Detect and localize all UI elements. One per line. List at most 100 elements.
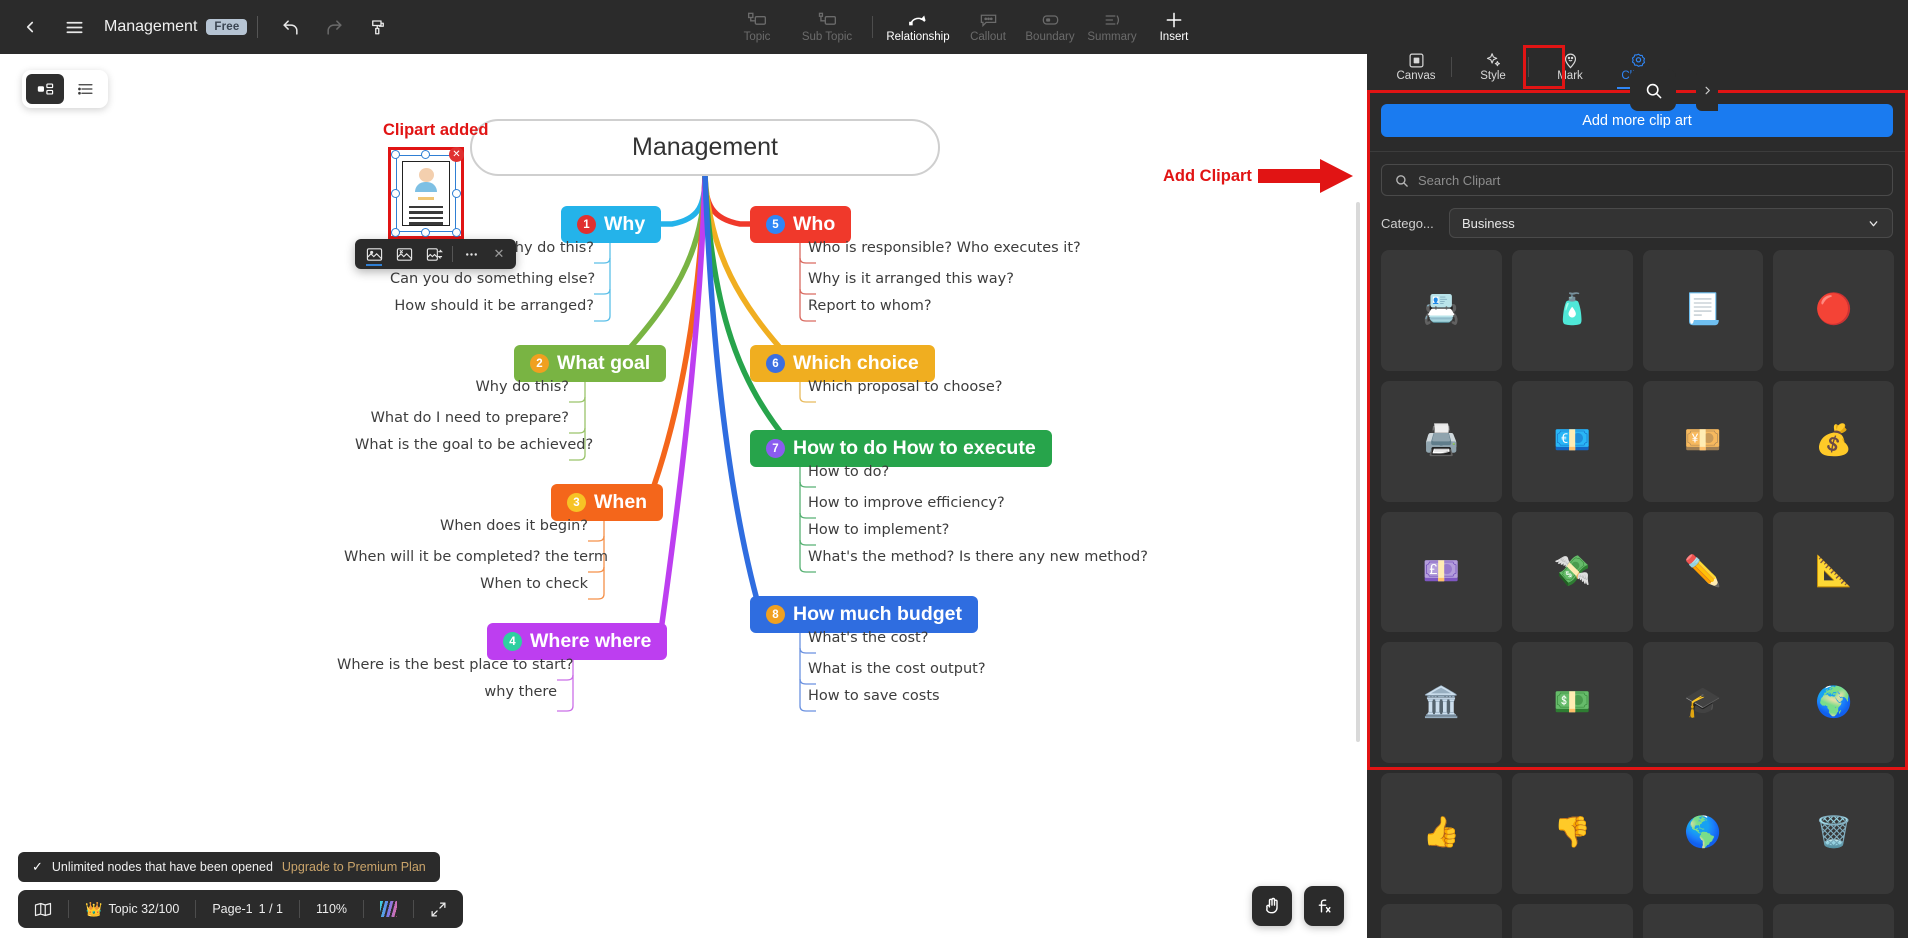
mindmap-view-button[interactable] (26, 74, 64, 104)
tool-insert[interactable]: Insert (1143, 0, 1205, 54)
clipart-item[interactable]: 🗑️ (1773, 773, 1894, 894)
leaf-budget-2[interactable]: What is the cost output? (808, 661, 986, 677)
central-topic[interactable]: Management (470, 119, 940, 176)
undo-button[interactable] (268, 5, 312, 49)
leaf-when-3[interactable]: When to check (404, 576, 588, 592)
leaf-where-2[interactable]: why there (397, 684, 557, 700)
branch-node-why[interactable]: 1 Why (561, 206, 662, 243)
remove-clipart-button[interactable]: ✕ (449, 147, 464, 162)
clipart-item[interactable]: 👍 (1381, 773, 1502, 894)
delete-image-button[interactable] (389, 239, 419, 269)
more-options-button[interactable] (456, 239, 486, 269)
resize-handle-bottom-right[interactable] (452, 228, 461, 237)
tab-style[interactable]: Style (1462, 45, 1524, 89)
clipart-item[interactable]: 📄 (1511, 903, 1633, 938)
clipart-item[interactable]: 💎 (1381, 903, 1502, 938)
mindmap: Management 1 Why Why do this? Can you do… (0, 54, 1367, 938)
branch-node-who[interactable]: 5 Who (750, 206, 852, 243)
branch-node-when[interactable]: 3 When (551, 484, 664, 521)
branch-node-which-choice[interactable]: 6 Which choice (750, 345, 935, 382)
fullscreen-button[interactable] (414, 890, 463, 928)
hand-tool-icon (1266, 897, 1278, 914)
hand-tool-button[interactable] (1252, 886, 1292, 926)
outline-view-icon (77, 84, 93, 95)
selected-clipart[interactable]: ✕ (391, 147, 464, 237)
zoom-level[interactable]: 110% (300, 890, 363, 928)
leaf-budget-3[interactable]: How to save costs (808, 688, 940, 704)
replace-image-button[interactable] (419, 239, 449, 269)
toast-message: Unlimited nodes that have been opened (51, 860, 273, 874)
person-body-shape (415, 182, 437, 193)
redo-button[interactable] (312, 5, 356, 49)
leaf-where-1[interactable]: Where is the best place to start? (337, 657, 573, 673)
clipart-item[interactable]: 👎 (1511, 773, 1633, 894)
leaf-how-3[interactable]: How to implement? (808, 522, 949, 538)
format-painter-icon (372, 20, 385, 35)
canvas-search-button[interactable] (1630, 69, 1676, 111)
tool-label: Boundary (1025, 31, 1075, 43)
page-count-label: 1 / 1 (258, 902, 283, 916)
tool-label: Callout (970, 31, 1006, 43)
leaf-whatgoal-3[interactable]: What is the goal to be achieved? (355, 437, 593, 453)
status-bar: 👑 Topic 32/100 Page-1 1 / 1 110% (18, 890, 464, 928)
resize-handle-left[interactable] (391, 188, 400, 198)
leaf-how-1[interactable]: How to do? (808, 464, 889, 480)
upgrade-link[interactable]: Upgrade to Premium Plan (282, 860, 426, 874)
theme-button[interactable] (364, 890, 413, 928)
leaf-when-1[interactable]: When does it begin? (404, 518, 588, 534)
clipart-item[interactable]: 🌎 (1642, 773, 1764, 894)
clipart-item[interactable]: ✉️ (1773, 903, 1894, 938)
branch-node-where[interactable]: 4 Where where (487, 623, 668, 660)
leaf-whatgoal-1[interactable]: Why do this? (395, 379, 569, 395)
resize-handle-bottom-left[interactable] (391, 228, 400, 237)
leaf-which-1[interactable]: Which proposal to choose? (808, 379, 1002, 395)
mindmap-view-icon (37, 83, 53, 95)
image-replace-icon (426, 247, 443, 261)
tool-relationship[interactable]: Relationship (879, 0, 957, 54)
tool-boundary[interactable]: Boundary (1019, 0, 1081, 54)
clipart-item[interactable]: 📅 (1642, 903, 1764, 938)
close-context-toolbar-button[interactable]: ✕ (486, 239, 512, 269)
annotation-add-clipart: Add Clipart (1163, 167, 1252, 185)
leaf-how-2[interactable]: How to improve efficiency? (808, 495, 1005, 511)
image-fill-button[interactable] (359, 239, 389, 269)
leaf-why-3[interactable]: How should it be arranged? (390, 298, 594, 314)
page-indicator[interactable]: Page-1 1 / 1 (196, 890, 299, 928)
mindmap-connectors (557, 173, 816, 712)
menu-button[interactable] (52, 5, 96, 49)
tab-canvas[interactable]: Canvas (1385, 45, 1447, 89)
leaf-how-4[interactable]: What's the method? Is there any new meth… (808, 549, 1148, 565)
resize-handle-bottom[interactable] (421, 228, 430, 237)
branch-node-budget[interactable]: 8 How much budget (750, 596, 978, 633)
leaf-whatgoal-2[interactable]: What do I need to prepare? (365, 410, 569, 426)
map-overview-button[interactable] (18, 890, 68, 928)
tool-sub-topic[interactable]: Sub Topic (788, 0, 866, 54)
leaf-who-2[interactable]: Why is it arranged this way? (808, 271, 1014, 287)
panel-collapse-button[interactable] (1696, 69, 1718, 111)
plan-badge[interactable]: Free (206, 19, 248, 35)
document-title[interactable]: Management (104, 18, 197, 36)
leaf-who-1[interactable]: Who is responsible? Who executes it? (808, 240, 1081, 256)
topic-count-item[interactable]: 👑 Topic 32/100 (69, 890, 195, 928)
outline-view-button[interactable] (66, 74, 104, 104)
tool-callout[interactable]: Callout (957, 0, 1019, 54)
hamburger-menu-icon (66, 21, 82, 33)
tool-summary[interactable]: Summary (1081, 0, 1143, 54)
back-button[interactable] (8, 5, 52, 49)
branch-title: Where where (530, 630, 652, 652)
resize-handle-top-left[interactable] (391, 150, 400, 159)
leaf-budget-1[interactable]: What's the cost? (808, 630, 928, 646)
formula-button[interactable] (1304, 886, 1344, 926)
tool-topic[interactable]: Topic (726, 0, 788, 54)
resize-handle-right[interactable] (452, 188, 461, 198)
canvas-scrollbar[interactable] (1356, 202, 1360, 742)
leaf-when-2[interactable]: When will it be completed? the term (344, 549, 608, 565)
leaf-who-3[interactable]: Report to whom? (808, 298, 932, 314)
tool-label: Sub Topic (801, 31, 853, 43)
resize-handle-top[interactable] (421, 150, 430, 159)
branch-number: 8 (766, 605, 785, 624)
format-painter-button[interactable] (356, 5, 400, 49)
branch-node-what-goal[interactable]: 2 What goal (514, 345, 667, 382)
leaf-why-2[interactable]: Can you do something else? (390, 271, 595, 287)
branch-node-how-to-do[interactable]: 7 How to do How to execute (750, 430, 1052, 467)
